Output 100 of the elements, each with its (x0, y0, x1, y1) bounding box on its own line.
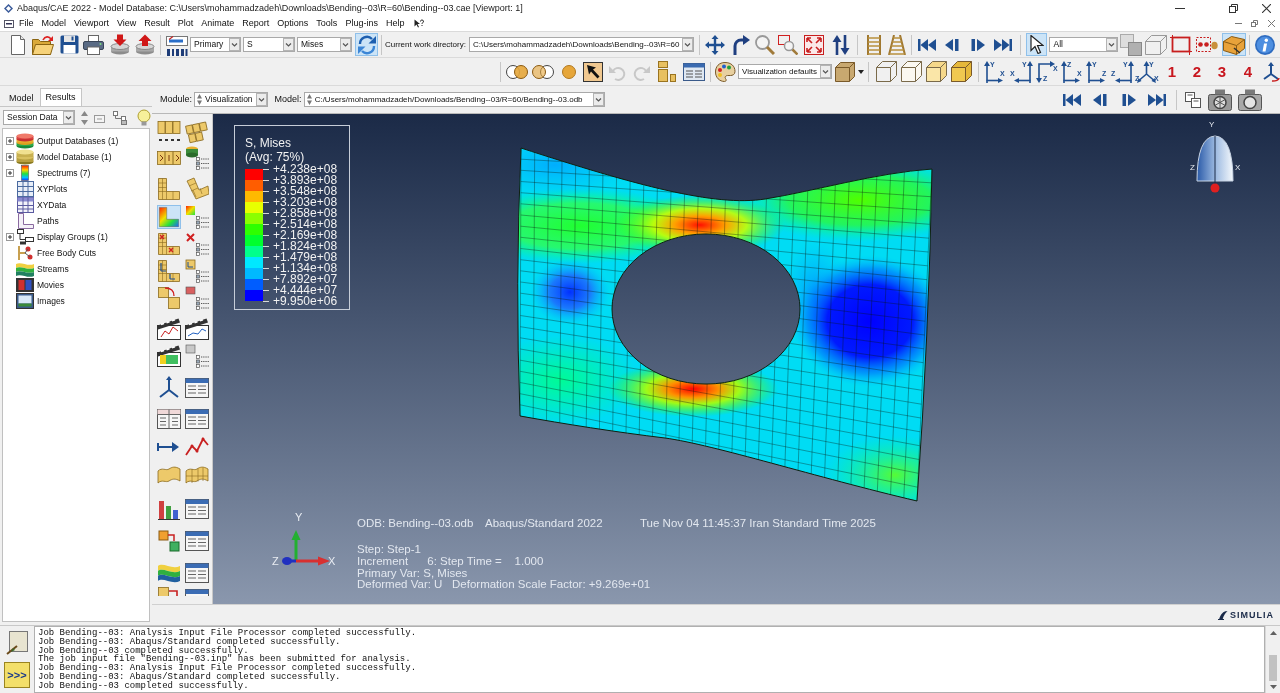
tree-item[interactable]: Paths (37, 216, 59, 226)
next-frame-icon[interactable] (1122, 92, 1136, 107)
table-icon[interactable] (185, 497, 209, 521)
tile-arrow-icon[interactable] (157, 587, 181, 596)
open-folder-icon[interactable] (32, 34, 54, 55)
help-pointer-icon[interactable] (414, 18, 425, 29)
contour-options-icon[interactable] (185, 205, 209, 229)
cube-icon[interactable] (835, 61, 855, 82)
tree-item[interactable]: Output Databases (1) (37, 136, 119, 146)
menu-item[interactable]: Report (238, 19, 274, 28)
tree-item[interactable]: Movies (37, 280, 64, 290)
tree-item[interactable]: XYPlots (37, 184, 68, 194)
palette-icon[interactable] (715, 61, 736, 82)
view-number-button[interactable]: 1 (1164, 61, 1180, 82)
circle-icon[interactable] (562, 64, 576, 79)
scrollbar-thumb[interactable] (1269, 655, 1277, 681)
menu-item[interactable]: View (112, 19, 141, 28)
model-dropdown[interactable]: C:/Users/mohammadzadeh/Downloads/Bending--03/R=60/Bending--03.odb (303, 92, 605, 107)
document-pen-icon[interactable] (6, 631, 28, 655)
tree-item[interactable]: Images (37, 296, 65, 306)
hidden-line-cube-icon[interactable] (901, 61, 922, 82)
node-selection-icon[interactable] (1196, 34, 1219, 55)
new-file-icon[interactable] (8, 34, 28, 55)
first-frame-icon[interactable] (1063, 92, 1081, 107)
close-icon[interactable] (1262, 3, 1271, 13)
menu-item[interactable]: Options (273, 19, 313, 28)
cursor-pick-icon[interactable] (583, 61, 603, 82)
tree-nodes-icon[interactable] (113, 110, 127, 125)
spinner-arrows-icon[interactable] (306, 94, 312, 105)
menu-item[interactable]: Viewport (70, 19, 113, 28)
view-number-button[interactable]: 2 (1189, 61, 1205, 82)
pan-icon[interactable] (705, 34, 726, 55)
layer-list-icon[interactable] (185, 146, 209, 170)
l-grid-icon[interactable] (157, 177, 181, 201)
menu-item[interactable]: Tools (312, 19, 342, 28)
wireframe-cube-icon[interactable] (876, 61, 897, 82)
table-icon[interactable] (185, 407, 209, 431)
menu-item[interactable]: Plot (173, 19, 198, 28)
table-icon[interactable] (185, 587, 209, 596)
view-number-button[interactable]: 4 (1240, 61, 1256, 82)
last-frame-icon[interactable] (994, 37, 1013, 52)
menu-item[interactable]: File (15, 19, 38, 28)
menu-item[interactable]: Animate (197, 19, 239, 28)
clapperboard-chart-icon[interactable] (185, 317, 209, 341)
previous-frame-icon[interactable] (945, 37, 960, 52)
database-upload-icon[interactable] (135, 34, 155, 55)
split-arrow-icon[interactable] (157, 529, 181, 553)
overlapping-squares-icon[interactable] (1120, 33, 1143, 56)
tilted-tiles-icon[interactable] (185, 120, 209, 144)
window-table-icon[interactable] (683, 62, 705, 81)
select-button[interactable] (1026, 33, 1048, 56)
ladder-icon[interactable] (887, 34, 908, 55)
tree-item[interactable]: Display Groups (1) (37, 232, 108, 242)
axis-triad-icon[interactable] (157, 376, 181, 400)
session-data-dropdown[interactable]: Session Data (3, 110, 75, 125)
selection-rectangle-icon[interactable] (1170, 34, 1193, 55)
orientation-options-icon[interactable] (185, 259, 209, 283)
shaded-cube-icon[interactable] (951, 61, 972, 82)
menu-item[interactable]: Model (37, 19, 71, 28)
work-directory-field[interactable]: C:\Users\mohammadzadeh\Downloads\Bending--03\R=60 (468, 37, 695, 52)
printer-icon[interactable] (83, 34, 104, 55)
spinner-arrows-icon[interactable] (81, 110, 88, 125)
overlapping-windows-icon[interactable] (1185, 91, 1201, 108)
sync-button[interactable] (355, 33, 378, 56)
table-icon[interactable] (157, 407, 181, 431)
expander-icon[interactable] (6, 153, 14, 161)
expander-icon[interactable] (6, 169, 14, 177)
symbol-options-icon[interactable] (185, 232, 209, 256)
box-zoom-icon[interactable] (778, 34, 799, 55)
selection-filter-dropdown[interactable]: All (1049, 37, 1119, 52)
camera-icon[interactable] (1208, 88, 1232, 111)
table-icon[interactable] (185, 529, 209, 553)
filter-icon[interactable] (94, 112, 105, 123)
output-position-dropdown[interactable]: Primary (190, 37, 241, 52)
stacked-boxes-icon[interactable] (656, 61, 678, 82)
render-style-dropdown[interactable]: Visualization defaults (738, 64, 832, 79)
scroll-up-icon[interactable] (1269, 631, 1277, 635)
camera-icon[interactable] (1238, 88, 1262, 111)
menu-item[interactable]: Result (140, 19, 174, 28)
minimize-icon[interactable] (1175, 7, 1185, 9)
tab[interactable]: Results (39, 88, 82, 106)
tile-overlay-icon[interactable] (157, 286, 181, 310)
field-output-icon[interactable] (166, 33, 188, 56)
tree-item[interactable]: Streams (37, 264, 69, 274)
menu-item[interactable]: Plug-ins (341, 19, 382, 28)
info-icon[interactable] (1255, 34, 1276, 55)
view-number-button[interactable]: 3 (1214, 61, 1230, 82)
axes-rotation-icon[interactable] (1262, 61, 1280, 82)
table-icon[interactable] (185, 561, 209, 585)
table-icon[interactable] (185, 376, 209, 400)
caret-icon[interactable] (858, 69, 864, 74)
orientation-plot-icon[interactable] (157, 259, 181, 283)
clapperboard-icon[interactable] (157, 317, 181, 341)
previous-frame-icon[interactable] (1093, 92, 1107, 107)
window-menu-icon[interactable] (4, 19, 14, 28)
invariant-dropdown[interactable]: Mises (297, 37, 352, 52)
expander-icon[interactable] (6, 137, 14, 145)
overlay-options-icon[interactable] (185, 286, 209, 310)
symbol-plot-icon[interactable] (157, 232, 181, 256)
command-prompt-button[interactable]: >>> (4, 662, 30, 688)
